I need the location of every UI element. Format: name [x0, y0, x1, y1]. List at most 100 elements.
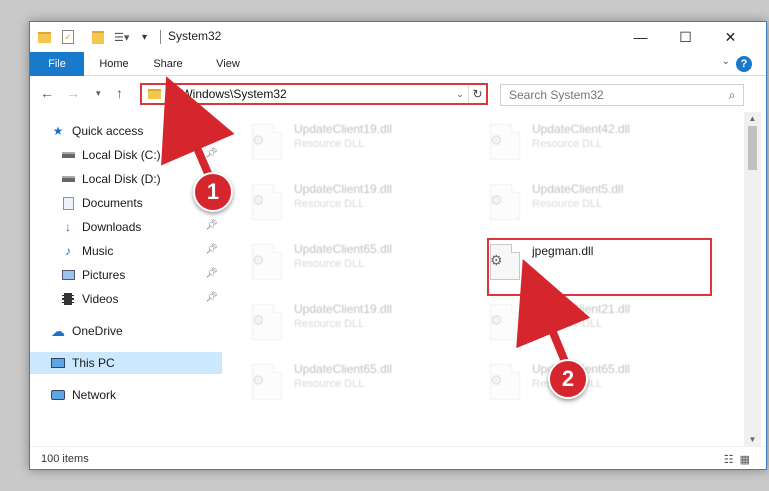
gear-icon: ⚙	[490, 132, 503, 148]
gear-icon: ⚙	[252, 252, 265, 268]
nav-item-network[interactable]: Network	[50, 384, 222, 406]
customize-toolbar-icon[interactable]: ▾	[142, 29, 147, 45]
nav-item-label: Quick access	[72, 124, 144, 138]
file-name: UpdateClient42.dll	[532, 122, 631, 136]
minimize-button[interactable]: —	[618, 22, 663, 52]
nav-item-downloads[interactable]: ↓ Downloads 📌︎	[60, 216, 222, 238]
file-item[interactable]: ⚙ UpdateClient65.dll Resource DLL	[246, 358, 476, 412]
file-name: UpdateClient19.dll	[294, 302, 393, 316]
nav-item-onedrive[interactable]: ☁ OneDrive	[50, 320, 222, 342]
highlight-box-jpegman	[487, 238, 712, 296]
ribbon-tabs: File Home Share View ⌄ ?	[30, 52, 766, 76]
scroll-down-icon[interactable]: ▼	[744, 435, 761, 444]
file-item[interactable]: ⚙ UpdateClient65.dll Resource DLL	[484, 358, 714, 412]
file-item[interactable]: ⚙ UpdateClient21.dll Resource DLL	[484, 298, 714, 352]
file-type: Resource DLL	[294, 198, 365, 210]
gear-icon: ⚙	[490, 192, 503, 208]
file-type: Resource DLL	[294, 318, 365, 330]
properties-icon[interactable]: ✓	[62, 29, 74, 45]
close-button[interactable]: ✕	[708, 22, 753, 52]
refresh-icon[interactable]: ↻	[468, 85, 486, 103]
file-item[interactable]: ⚙ UpdateClient65.dll Resource DLL	[246, 238, 476, 292]
nav-item-label: Local Disk (C:)	[82, 148, 161, 162]
search-icon[interactable]: ⌕	[721, 88, 743, 103]
tab-share[interactable]: Share	[146, 52, 190, 76]
scroll-up-icon[interactable]: ▲	[744, 114, 761, 123]
annotation-badge-1: 1	[193, 172, 233, 212]
download-icon: ↓	[65, 220, 71, 234]
tab-file[interactable]: File	[30, 52, 84, 76]
nav-item-label: Network	[72, 388, 117, 402]
gear-icon: ⚙	[252, 192, 265, 208]
file-name: UpdateClient65.dll	[294, 242, 393, 256]
nav-item-local-disk-c[interactable]: Local Disk (C:) 📌︎	[60, 144, 222, 166]
file-name: UpdateClient21.dll	[532, 302, 631, 316]
scrollbar-thumb[interactable]	[748, 126, 757, 170]
search-box[interactable]: ⌕	[500, 84, 744, 106]
help-button[interactable]: ?	[736, 56, 752, 72]
vertical-scrollbar[interactable]: ▲ ▼	[744, 112, 761, 446]
gear-icon: ⚙	[252, 372, 265, 388]
large-icons-view-icon[interactable]: ▦	[740, 453, 750, 466]
details-view-icon[interactable]: ☷	[724, 453, 734, 466]
pin-icon[interactable]: 📌︎	[205, 148, 218, 159]
expand-ribbon-icon[interactable]: ⌄	[722, 56, 730, 67]
drive-icon	[60, 148, 76, 162]
drive-icon	[60, 172, 76, 186]
nav-item-label: Documents	[82, 196, 143, 210]
cloud-icon: ☁	[51, 322, 65, 339]
file-item[interactable]: ⚙ UpdateClient19.dll Resource DLL	[246, 178, 476, 232]
nav-item-this-pc[interactable]: This PC	[30, 352, 222, 374]
file-item[interactable]: ⚙ UpdateClient19.dll Resource DLL	[246, 118, 476, 172]
nav-item-label: Downloads	[82, 220, 142, 234]
pin-icon[interactable]: 📌︎	[205, 220, 218, 231]
computer-icon	[50, 356, 66, 370]
address-dropdown-icon[interactable]: ⌄	[452, 89, 468, 100]
up-arrow-icon[interactable]: ↑	[116, 85, 123, 101]
new-folder-icon[interactable]	[92, 29, 104, 45]
star-icon: ★	[52, 124, 64, 138]
file-item[interactable]: ⚙ UpdateClient42.dll Resource DLL	[484, 118, 714, 172]
window-title: System32	[168, 29, 222, 43]
documents-icon	[60, 196, 76, 210]
file-type: Resource DLL	[532, 198, 603, 210]
annotation-badge-2: 2	[548, 359, 588, 399]
folder-icon	[38, 29, 51, 45]
back-arrow-icon[interactable]: ←	[40, 85, 54, 101]
nav-item-label: Pictures	[82, 268, 126, 282]
forward-arrow-icon[interactable]: →	[66, 85, 80, 101]
file-item[interactable]: ⚙ UpdateClient5.dll Resource DLL	[484, 178, 714, 232]
gear-icon: ⚙	[490, 372, 503, 388]
recent-locations-icon[interactable]: ▾	[96, 88, 101, 99]
view-options-icon[interactable]: ☰▾	[114, 29, 129, 45]
item-count: 100 items	[41, 453, 89, 465]
address-bar[interactable]: C:\Windows\System32 ⌄ ↻	[140, 83, 488, 105]
file-item[interactable]: ⚙ UpdateClient19.dll Resource DLL	[246, 298, 476, 352]
file-name: UpdateClient19.dll	[294, 182, 393, 196]
pin-icon[interactable]: 📌︎	[205, 268, 218, 279]
nav-item-label: Music	[82, 244, 114, 258]
nav-item-videos[interactable]: Videos 📌︎	[60, 288, 222, 310]
file-type: Resource DLL	[532, 318, 603, 330]
pin-icon[interactable]: 📌︎	[205, 292, 218, 303]
search-input[interactable]	[501, 88, 721, 102]
tab-home[interactable]: Home	[90, 52, 138, 76]
nav-item-pictures[interactable]: Pictures 📌︎	[60, 264, 222, 286]
pictures-icon	[60, 268, 76, 282]
pin-icon[interactable]: 📌︎	[205, 244, 218, 255]
nav-item-label: Local Disk (D:)	[82, 172, 161, 186]
network-icon	[50, 388, 66, 402]
file-type: Resource DLL	[294, 258, 365, 270]
file-type: Resource DLL	[294, 138, 365, 150]
address-row: ← → ▾ ↑ C:\Windows\System32 ⌄ ↻ ⌕	[30, 76, 766, 112]
nav-item-quick-access[interactable]: ★ Quick access	[50, 120, 242, 142]
gear-icon: ⚙	[252, 132, 265, 148]
status-bar: 100 items ☷ ▦	[30, 446, 766, 469]
tab-view[interactable]: View	[206, 52, 250, 76]
address-path[interactable]: C:\Windows\System32	[166, 87, 452, 101]
nav-item-music[interactable]: ♪ Music 📌︎	[60, 240, 222, 262]
maximize-button[interactable]: ☐	[663, 22, 708, 52]
folder-icon	[148, 89, 161, 99]
file-name: UpdateClient19.dll	[294, 122, 393, 136]
nav-item-label: OneDrive	[72, 324, 123, 338]
